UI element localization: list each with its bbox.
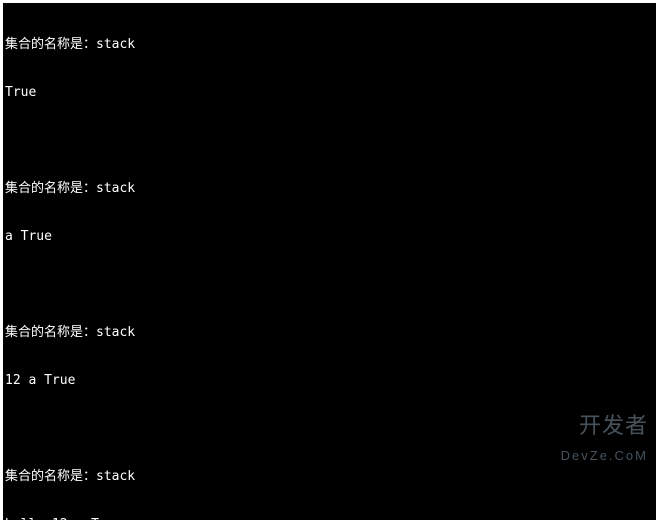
watermark-sub: DevZe.CoM	[551, 448, 648, 464]
output-line: a True	[5, 229, 656, 245]
console-window: 集合的名称是：stack True 集合的名称是：stack a True 集合…	[3, 3, 656, 520]
output-line	[5, 133, 656, 149]
output-line: 集合的名称是：stack	[5, 325, 656, 341]
output-line: 12 a True	[5, 373, 656, 389]
output-line: 集合的名称是：stack	[5, 181, 656, 197]
output-line: 集合的名称是：stack	[5, 469, 656, 485]
output-line: hello 12 a True	[5, 517, 656, 520]
output-line	[5, 277, 656, 293]
output-line	[5, 421, 656, 437]
output-line: True	[5, 85, 656, 101]
output-line: 集合的名称是：stack	[5, 37, 656, 53]
